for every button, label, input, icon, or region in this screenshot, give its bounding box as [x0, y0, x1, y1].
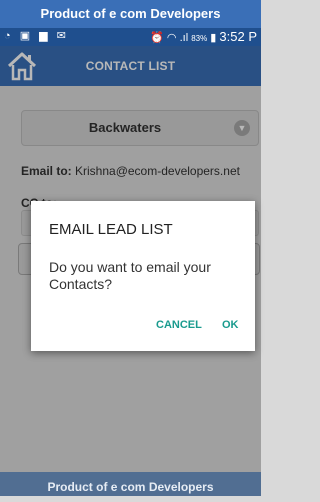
bottom-banner: Product of e com Developers	[0, 472, 261, 496]
clock: 3:52 P	[219, 29, 257, 44]
top-banner: Product of e com Developers	[0, 0, 261, 28]
status-right: ⏰ ◠ .ıl 83% ▮ 3:52 P	[150, 29, 257, 44]
notification-icons: ◔ ▣ ▆ ✉	[4, 30, 69, 42]
status-bar: ◔ ▣ ▆ ✉ ⏰ ◠ .ıl 83% ▮ 3:52 P	[0, 28, 261, 46]
ok-button[interactable]: OK	[222, 319, 239, 331]
system-icons: ⏰ ◠ .ıl	[150, 32, 189, 44]
dialog-message: Do you want to email your Contacts?	[49, 259, 211, 292]
cancel-button[interactable]: CANCEL	[156, 319, 202, 331]
battery-percent: 83%	[191, 34, 208, 43]
email-lead-dialog: EMAIL LEAD LIST Do you want to email you…	[31, 201, 255, 351]
dialog-title: EMAIL LEAD LIST	[49, 221, 173, 238]
battery-icon: ▮	[210, 32, 217, 44]
